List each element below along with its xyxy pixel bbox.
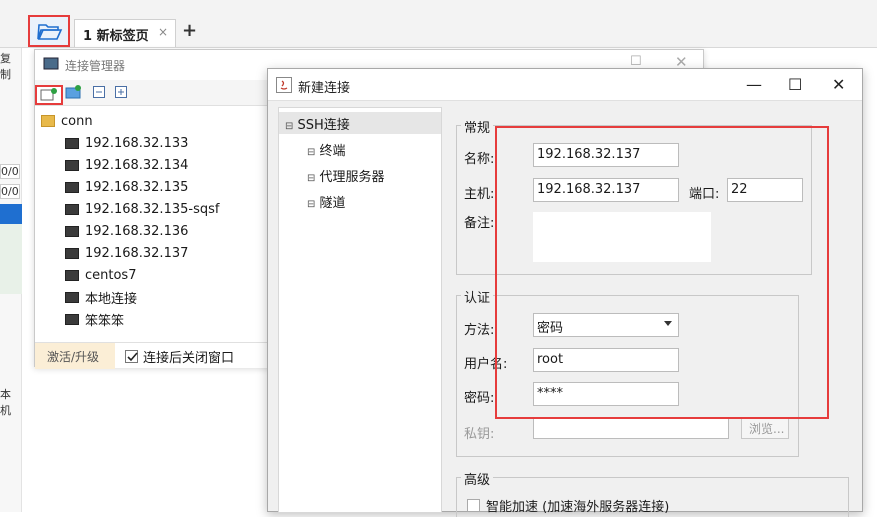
tree-node-tunnel[interactable]: ⊟ 隧道 (307, 192, 346, 211)
tree-item-label: 本地连接 (85, 291, 138, 307)
terminal-app-icon (43, 57, 59, 70)
note-label: 备注: (464, 216, 495, 231)
general-group-label: 常规 (461, 117, 494, 136)
terminal-icon (65, 137, 79, 149)
background-left-panel: 复制 0/0 0/0 本机 (0, 48, 22, 512)
new-connection-button[interactable] (35, 85, 63, 105)
maximize-icon[interactable]: ☐ (788, 75, 802, 94)
left-field-2: 0/0 (0, 184, 20, 199)
new-connection-icon (40, 88, 57, 101)
advanced-group: 高级 智能加速 (加速海外服务器连接) (456, 469, 849, 517)
tree-node-label: 代理服务器 (319, 170, 385, 185)
close-after-connect-label: 连接后关闭窗口 (143, 351, 235, 366)
private-key-field[interactable] (533, 417, 729, 439)
java-icon (280, 80, 288, 90)
collapse-icon: ⊟ (307, 147, 316, 158)
java-app-icon (276, 77, 292, 93)
close-after-connect-option[interactable]: 连接后关闭窗口 (125, 347, 234, 366)
collapse-icon: ⊟ (307, 199, 316, 210)
tree-item-label: 192.168.32.135-sqsf (85, 201, 220, 217)
new-connection-dialog: 新建连接 — ☐ ✕ ⊟ SSH连接 ⊟ 终端 ⊟ 代理服务器 ⊟ 隧道 常规 … (267, 68, 863, 517)
tree-node-ssh-label: SSH连接 (297, 118, 350, 133)
tree-item[interactable]: 192.168.32.134 (65, 154, 188, 176)
tree-item[interactable]: 192.168.32.135-sqsf (65, 198, 219, 220)
folder-icon (41, 115, 55, 127)
advanced-group-label: 高级 (461, 469, 494, 488)
copy-text: 复制 (0, 52, 11, 81)
dialog-category-tree: ⊟ SSH连接 ⊟ 终端 ⊟ 代理服务器 ⊟ 隧道 (278, 107, 442, 513)
host-label: 主机: (464, 187, 495, 202)
browse-button[interactable]: 浏览... (741, 417, 789, 439)
tree-item[interactable]: 192.168.32.135 (65, 176, 188, 198)
password-label: 密码: (464, 391, 495, 406)
auth-group-label: 认证 (461, 287, 494, 306)
tree-node-terminal[interactable]: ⊟ 终端 (307, 140, 346, 159)
smart-accel-option[interactable]: 智能加速 (加速海外服务器连接) (467, 496, 669, 515)
terminal-icon (65, 313, 79, 325)
name-label: 名称: (464, 152, 495, 167)
tree-item[interactable]: 192.168.32.136 (65, 220, 188, 242)
activate-upgrade-button[interactable]: 激活/升级 (35, 343, 115, 369)
connection-manager-title: 连接管理器 (65, 59, 126, 73)
add-tab-button[interactable]: + (182, 20, 197, 41)
tree-item[interactable]: 192.168.32.137 (65, 242, 188, 264)
left-selected-bar (0, 204, 22, 224)
tree-item-label: centos7 (85, 267, 137, 283)
tab-label: 1 新标签页 (83, 29, 149, 44)
terminal-icon (65, 291, 79, 303)
collapse-icon: ⊟ (307, 173, 316, 184)
terminal-icon (65, 181, 79, 193)
tree-node-ssh[interactable]: ⊟ SSH连接 (279, 112, 441, 134)
collapse-all-icon[interactable] (93, 86, 105, 98)
tree-node-label: 终端 (319, 144, 346, 159)
terminal-icon (65, 247, 79, 259)
tree-item-label: 192.168.32.133 (85, 135, 189, 151)
collapse-icon: ⊟ (285, 121, 294, 132)
smart-accel-label: 智能加速 (加速海外服务器连接) (486, 500, 670, 515)
left-field-1: 0/0 (0, 164, 20, 179)
new-folder-icon[interactable] (65, 85, 81, 99)
close-icon[interactable]: ✕ (832, 75, 845, 94)
terminal-icon (65, 159, 79, 171)
checkbox[interactable] (467, 499, 480, 512)
tab-new-tab[interactable]: 1 新标签页 × (74, 19, 176, 47)
tree-node-label: 隧道 (319, 196, 346, 211)
highlight-annotation-box (495, 126, 829, 419)
tree-root-label: conn (61, 113, 93, 129)
tree-root-conn[interactable]: conn (41, 110, 93, 132)
dialog-title: 新建连接 (298, 81, 351, 96)
tree-item-label: 笨笨笨 (85, 313, 125, 329)
checkbox[interactable] (125, 350, 138, 363)
private-key-label: 私钥: (464, 427, 495, 442)
tree-item[interactable]: 本地连接 (65, 286, 137, 308)
folder-open-icon (37, 24, 63, 40)
dialog-titlebar: 新建连接 — ☐ ✕ (268, 69, 862, 101)
tree-item[interactable]: 192.168.32.133 (65, 132, 188, 154)
expand-all-icon[interactable] (115, 86, 127, 98)
checkmark-icon (127, 352, 138, 362)
local-text: 本机 (0, 388, 11, 417)
tree-item[interactable]: centos7 (65, 264, 136, 286)
terminal-icon (65, 225, 79, 237)
tree-item-label: 192.168.32.134 (85, 157, 189, 173)
open-session-manager-button[interactable] (28, 15, 70, 47)
terminal-icon (65, 269, 79, 281)
tree-item-label: 192.168.32.135 (85, 179, 189, 195)
method-label: 方法: (464, 323, 495, 338)
terminal-icon (65, 203, 79, 215)
maximize-icon[interactable]: ☐ (630, 54, 642, 69)
tree-node-proxy[interactable]: ⊟ 代理服务器 (307, 166, 385, 185)
minimize-icon[interactable]: — (746, 75, 762, 94)
tree-item-label: 192.168.32.137 (85, 245, 189, 261)
tree-item-label: 192.168.32.136 (85, 223, 189, 239)
tree-item[interactable]: 笨笨笨 (65, 308, 124, 330)
tab-close-icon[interactable]: × (158, 25, 168, 39)
